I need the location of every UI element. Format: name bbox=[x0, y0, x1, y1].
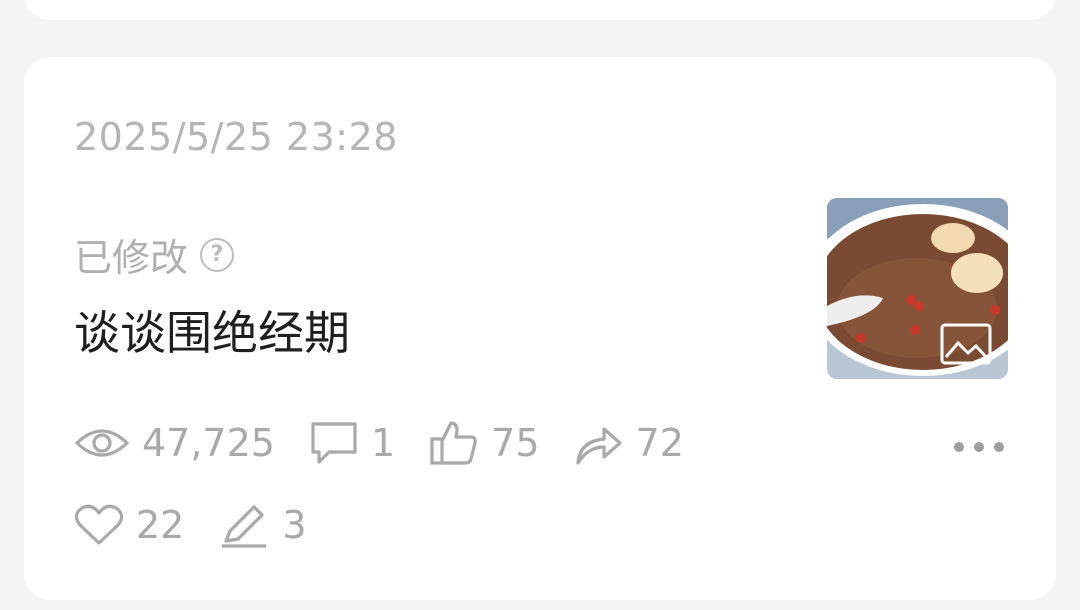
more-dot bbox=[954, 442, 964, 452]
heart-icon bbox=[74, 504, 124, 545]
thumbs-up-icon bbox=[430, 421, 477, 465]
edited-indicator: 已修改 ? bbox=[74, 227, 235, 282]
share-icon bbox=[575, 427, 622, 465]
previous-post-card bbox=[24, 0, 1056, 20]
edits-stat[interactable]: 3 bbox=[218, 501, 307, 549]
stats-row-primary: 47,725 1 75 72 bbox=[74, 419, 718, 467]
pencil-icon bbox=[222, 505, 267, 548]
post-title[interactable]: 谈谈围绝经期 bbox=[74, 297, 350, 363]
help-icon[interactable]: ? bbox=[200, 237, 235, 272]
post-thumbnail[interactable] bbox=[827, 198, 1008, 379]
post-timestamp: 2025/5/25 23:28 bbox=[74, 115, 398, 159]
likes-stat[interactable]: 75 bbox=[429, 419, 540, 467]
comments-stat[interactable]: 1 bbox=[309, 420, 395, 466]
edited-label: 已修改 bbox=[74, 236, 189, 280]
views-stat: 47,725 bbox=[74, 421, 275, 465]
post-card[interactable]: 2025/5/25 23:28 已修改 ? 谈谈围绝经期 47,725 1 75… bbox=[24, 57, 1056, 600]
comment-icon bbox=[311, 422, 357, 464]
image-icon bbox=[940, 323, 992, 365]
shares-stat[interactable]: 72 bbox=[574, 419, 684, 467]
more-dot bbox=[994, 442, 1004, 452]
favorites-stat[interactable]: 22 bbox=[74, 503, 184, 547]
shares-count: 72 bbox=[635, 421, 684, 465]
edits-count: 3 bbox=[282, 503, 307, 547]
more-icon[interactable] bbox=[954, 432, 1004, 462]
eye-icon bbox=[74, 429, 130, 457]
favorites-count: 22 bbox=[136, 503, 185, 547]
comments-count: 1 bbox=[370, 421, 396, 465]
views-count: 47,725 bbox=[142, 421, 275, 465]
more-dot bbox=[974, 442, 984, 452]
likes-count: 75 bbox=[491, 421, 540, 465]
stats-row-secondary: 22 3 bbox=[74, 501, 341, 549]
